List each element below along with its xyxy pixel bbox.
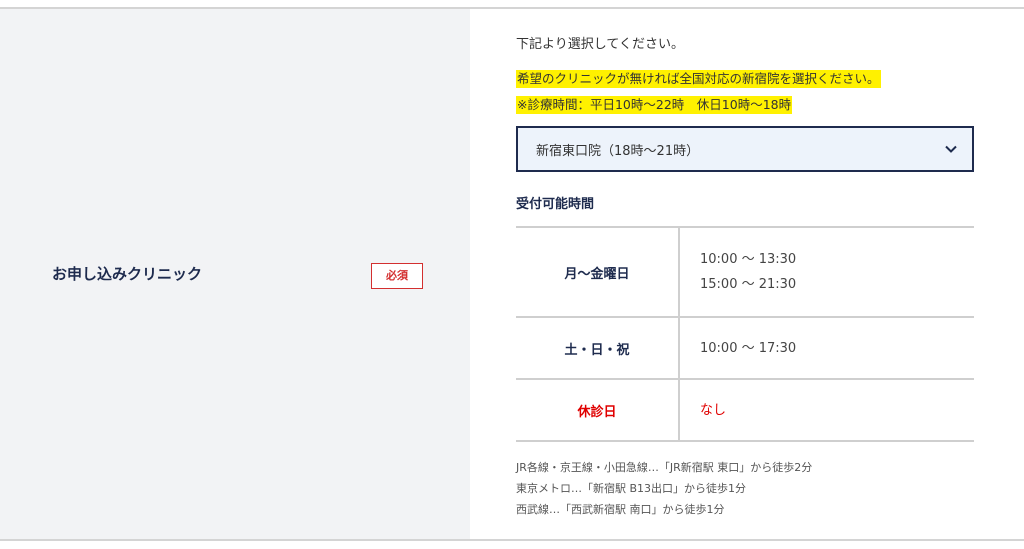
access-line: 西武線…「西武新宿駅 南口」から徒歩1分 bbox=[516, 503, 725, 516]
instruction-text: 下記より選択してください。 bbox=[516, 37, 684, 52]
hours-time-line: 10:00 〜 17:30 bbox=[700, 340, 797, 356]
label-column: お申し込みクリニック 必須 bbox=[0, 9, 470, 539]
hours-time: 10:00 〜 17:30 bbox=[679, 316, 974, 380]
hours-time-line: 15:00 〜 21:30 bbox=[700, 277, 797, 292]
hours-time-line: 10:00 〜 13:30 bbox=[700, 252, 797, 267]
access-info: JR各線・京王線・小田急線…「JR新宿駅 東口」から徒歩2分 東京メトロ…「新宿… bbox=[516, 457, 812, 520]
clinic-select[interactable]: 新宿東口院（18時〜21時） bbox=[516, 126, 974, 172]
hours-time-closed: なし bbox=[679, 378, 974, 442]
access-line: JR各線・京王線・小田急線…「JR新宿駅 東口」から徒歩2分 bbox=[516, 461, 813, 474]
clinic-form-row: お申し込みクリニック 必須 下記より選択してください。 希望のクリニックが無けれ… bbox=[0, 7, 1024, 541]
hours-day: 月〜金曜日 bbox=[516, 226, 680, 318]
highlight-note-clinic: 希望のクリニックが無ければ全国対応の新宿院を選択ください。 bbox=[516, 70, 881, 88]
hours-day-closed: 休診日 bbox=[516, 378, 680, 442]
hours-table: 月〜金曜日 10:00 〜 13:30 15:00 〜 21:30 土・日・祝 … bbox=[516, 226, 974, 442]
highlight-note-hours: ※診療時間：平日10時〜22時 休日10時〜18時 bbox=[516, 96, 793, 114]
access-line: 東京メトロ…「新宿駅 B13出口」から徒歩1分 bbox=[516, 482, 747, 495]
hours-time-line: なし bbox=[700, 402, 727, 418]
table-row: 土・日・祝 10:00 〜 17:30 bbox=[516, 316, 974, 380]
hours-title: 受付可能時間 bbox=[516, 197, 595, 212]
hours-time: 10:00 〜 13:30 15:00 〜 21:30 bbox=[679, 226, 974, 318]
clinic-field-label: お申し込みクリニック bbox=[52, 265, 203, 283]
required-badge: 必須 bbox=[371, 263, 423, 289]
table-row: 月〜金曜日 10:00 〜 13:30 15:00 〜 21:30 bbox=[516, 226, 974, 318]
table-row: 休診日 なし bbox=[516, 378, 974, 442]
hours-day: 土・日・祝 bbox=[516, 316, 680, 380]
clinic-select-value: 新宿東口院（18時〜21時） bbox=[536, 144, 700, 159]
chevron-down-icon bbox=[945, 145, 957, 153]
